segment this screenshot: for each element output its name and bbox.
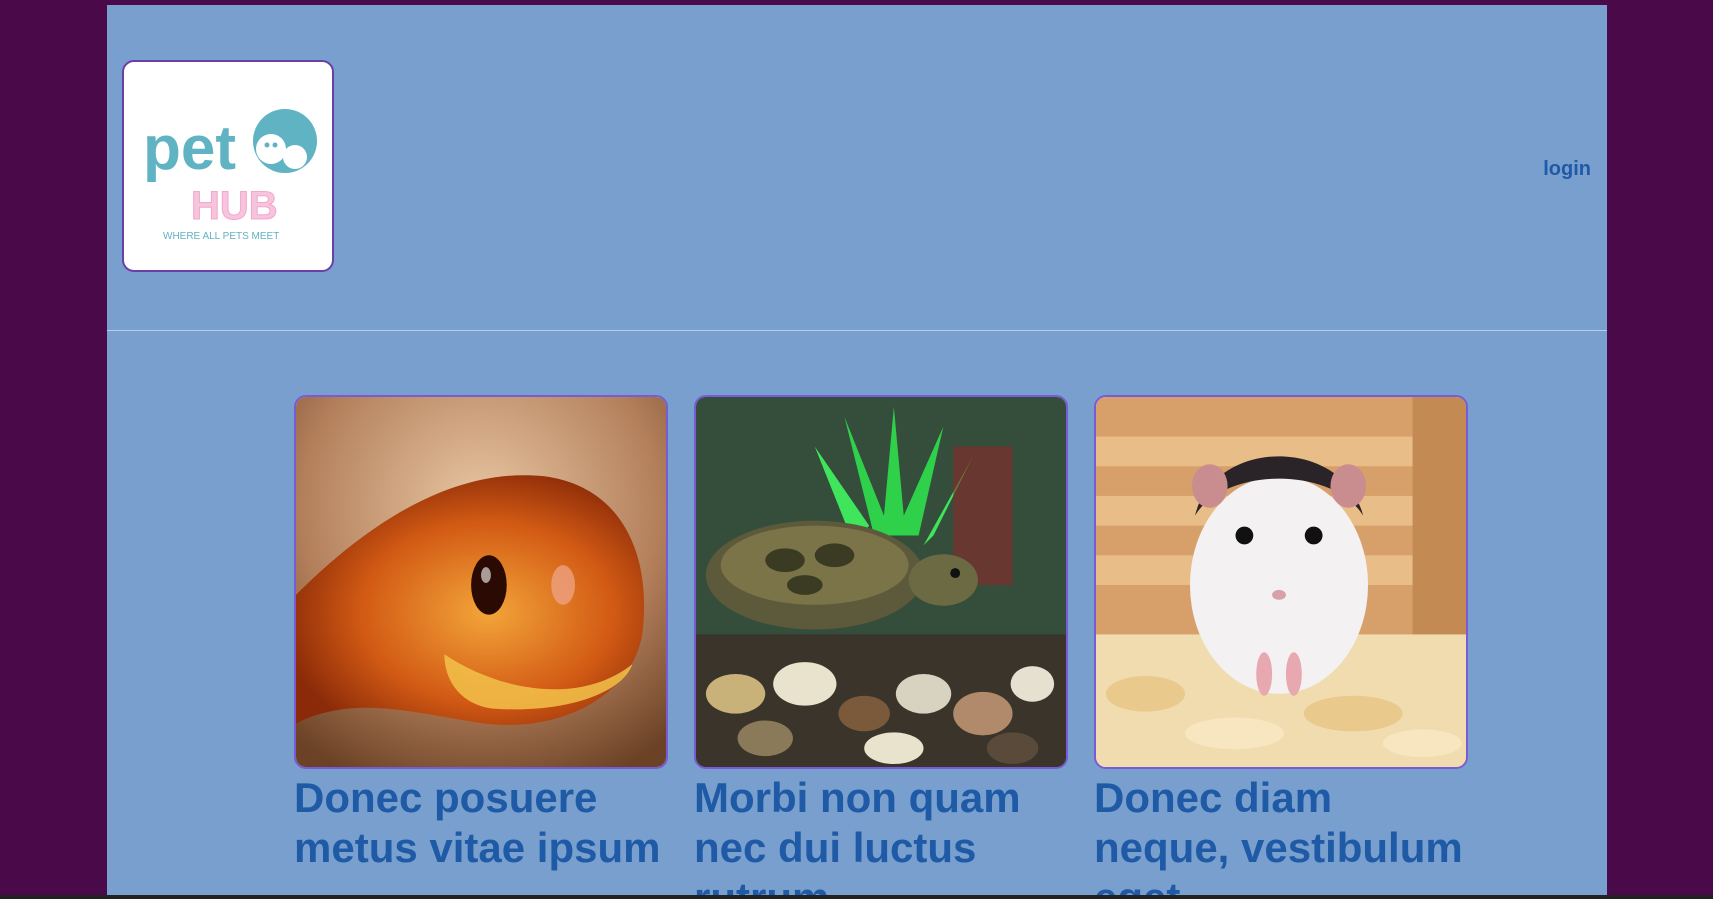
snake-photo[interactable] — [294, 395, 668, 769]
card-title[interactable]: Morbi non quam nec dui luctus rutrum — [694, 773, 1068, 899]
pet-card[interactable]: Donec diam neque, vestibulum eget — [1094, 395, 1468, 899]
svg-text:HUB: HUB — [191, 184, 278, 228]
card-title[interactable]: Donec diam neque, vestibulum eget — [1094, 773, 1468, 899]
site-logo[interactable]: pet HUB WHERE ALL PETS MEET — [122, 60, 334, 272]
svg-text:WHERE ALL PETS MEET: WHERE ALL PETS MEET — [163, 231, 279, 241]
card-title[interactable]: Donec posuere metus vitae ipsum — [294, 773, 668, 873]
site-header: pet HUB WHERE ALL PETS MEET login — [107, 5, 1607, 331]
pethub-logo-icon: pet HUB WHERE ALL PETS MEET — [143, 109, 317, 241]
hamster-photo[interactable] — [1094, 395, 1468, 769]
page-panel: pet HUB WHERE ALL PETS MEET login Donec … — [107, 5, 1607, 899]
login-link[interactable]: login — [1543, 158, 1591, 181]
svg-text:pet: pet — [143, 114, 236, 183]
bottom-scrollbar[interactable] — [0, 895, 1713, 899]
turtle-photo[interactable] — [694, 395, 1068, 769]
pet-card[interactable]: Donec posuere metus vitae ipsum — [294, 395, 668, 873]
pet-card[interactable]: Morbi non quam nec dui luctus rutrum — [694, 395, 1068, 899]
